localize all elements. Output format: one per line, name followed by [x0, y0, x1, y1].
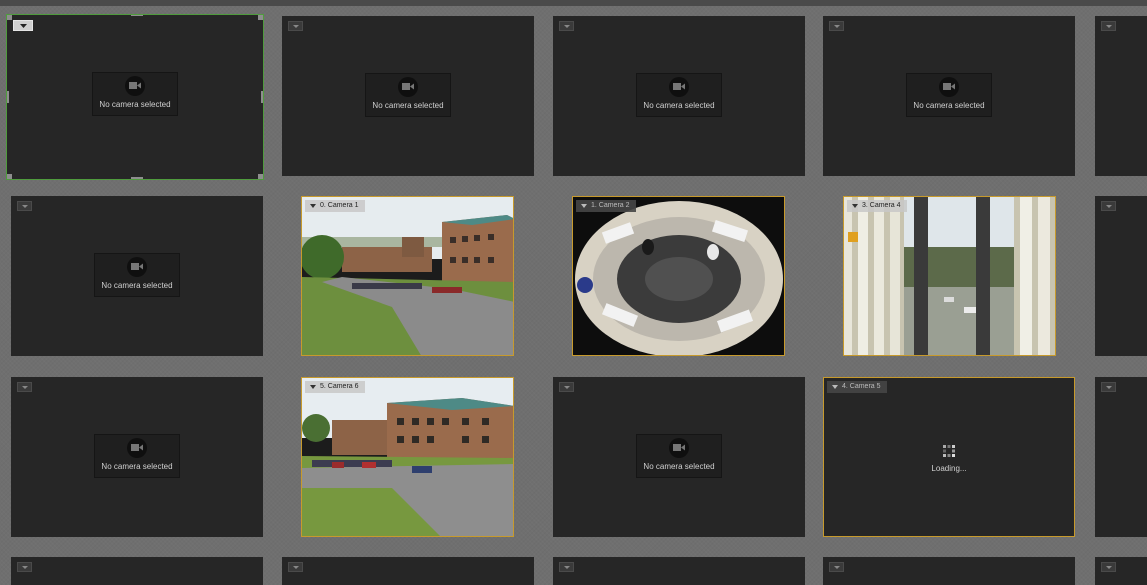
menu-dropdown-icon[interactable]: [17, 382, 32, 392]
empty-slot-label: No camera selected: [372, 101, 444, 110]
camera-title-bar[interactable]: 3. Camera 4: [847, 200, 907, 212]
view-slot-r4c1[interactable]: [11, 557, 263, 585]
camera-name: 3. Camera 4: [862, 202, 901, 209]
camera-view-4[interactable]: 3. Camera 4: [843, 196, 1056, 356]
menu-dropdown-icon[interactable]: [1101, 562, 1116, 572]
resize-handle-tr[interactable]: [258, 15, 263, 20]
camera-icon: [398, 77, 418, 97]
camera-icon: [127, 438, 147, 458]
camera-title-bar[interactable]: 4. Camera 5: [827, 381, 887, 393]
menu-dropdown-icon[interactable]: [288, 562, 303, 572]
resize-handle-top[interactable]: [131, 15, 143, 16]
empty-slot-label: No camera selected: [913, 101, 985, 110]
resize-handle-right[interactable]: [261, 91, 263, 103]
top-border: [0, 0, 1147, 6]
view-slot-r4c4[interactable]: [823, 557, 1075, 585]
view-slot-r4c3[interactable]: [553, 557, 805, 585]
menu-dropdown-icon[interactable]: [1101, 21, 1116, 31]
empty-slot-panel: No camera selected: [365, 73, 451, 117]
menu-dropdown-icon[interactable]: [310, 385, 316, 389]
view-slot-r2c1[interactable]: No camera selected: [11, 196, 263, 356]
view-slot-r1c4[interactable]: No camera selected: [823, 16, 1075, 176]
empty-slot-panel: No camera selected: [636, 434, 722, 478]
camera-view-5[interactable]: 4. Camera 5 Loading...: [823, 377, 1075, 537]
resize-handle-bl[interactable]: [7, 174, 12, 179]
camera-title-bar[interactable]: 5. Camera 6: [305, 381, 365, 393]
camera-view-1[interactable]: 0. Camera 1: [301, 196, 514, 356]
resize-handle-bottom[interactable]: [131, 177, 143, 179]
empty-slot-label: No camera selected: [101, 281, 173, 290]
menu-dropdown-icon[interactable]: [13, 20, 33, 31]
menu-dropdown-icon[interactable]: [581, 204, 587, 208]
camera-view-2[interactable]: 1. Camera 2: [572, 196, 785, 356]
menu-dropdown-icon[interactable]: [559, 21, 574, 31]
view-slot-r1c2[interactable]: No camera selected: [282, 16, 534, 176]
camera-feed-image: [573, 197, 784, 355]
menu-dropdown-icon[interactable]: [559, 382, 574, 392]
empty-slot-panel: No camera selected: [94, 253, 180, 297]
camera-title-bar[interactable]: 1. Camera 2: [576, 200, 636, 212]
camera-view-6[interactable]: 5. Camera 6: [301, 377, 514, 537]
resize-handle-left[interactable]: [7, 91, 9, 103]
view-slot-r3c5[interactable]: [1095, 377, 1147, 537]
camera-icon: [669, 77, 689, 97]
empty-slot-label: No camera selected: [643, 101, 715, 110]
camera-feed-image: [844, 197, 1055, 355]
loading-label: Loading...: [931, 464, 967, 473]
empty-slot-panel: No camera selected: [636, 73, 722, 117]
camera-name: 0. Camera 1: [320, 202, 359, 209]
view-slot-r4c5[interactable]: [1095, 557, 1147, 585]
view-slot-r4c2[interactable]: [282, 557, 534, 585]
menu-dropdown-icon[interactable]: [288, 21, 303, 31]
loading-spinner-icon: [943, 445, 955, 457]
camera-name: 5. Camera 6: [320, 383, 359, 390]
camera-icon: [669, 438, 689, 458]
view-slot-r1c1[interactable]: No camera selected: [6, 14, 264, 180]
camera-icon: [939, 77, 959, 97]
menu-dropdown-icon[interactable]: [829, 21, 844, 31]
audio-speaker-icon[interactable]: [848, 232, 858, 242]
menu-dropdown-icon[interactable]: [829, 562, 844, 572]
menu-dropdown-icon[interactable]: [1101, 382, 1116, 392]
camera-name: 1. Camera 2: [591, 202, 630, 209]
view-slot-r3c1[interactable]: No camera selected: [11, 377, 263, 537]
empty-slot-panel: No camera selected: [94, 434, 180, 478]
camera-feed-image: [302, 197, 513, 355]
camera-name: 4. Camera 5: [842, 383, 881, 390]
menu-dropdown-icon[interactable]: [17, 562, 32, 572]
resize-handle-tl[interactable]: [7, 15, 12, 20]
empty-slot-label: No camera selected: [99, 100, 171, 109]
menu-dropdown-icon[interactable]: [17, 201, 32, 211]
view-slot-r2c5[interactable]: [1095, 196, 1147, 356]
loading-indicator: Loading...: [824, 442, 1074, 473]
empty-slot-label: No camera selected: [101, 462, 173, 471]
view-slot-r1c3[interactable]: No camera selected: [553, 16, 805, 176]
camera-icon: [127, 257, 147, 277]
camera-title-bar[interactable]: 0. Camera 1: [305, 200, 365, 212]
empty-slot-panel: No camera selected: [92, 72, 178, 116]
empty-slot-panel: No camera selected: [906, 73, 992, 117]
menu-dropdown-icon[interactable]: [832, 385, 838, 389]
menu-dropdown-icon[interactable]: [310, 204, 316, 208]
menu-dropdown-icon[interactable]: [852, 204, 858, 208]
view-slot-r3c3[interactable]: No camera selected: [553, 377, 805, 537]
view-slot-r1c5[interactable]: [1095, 16, 1147, 176]
camera-feed-image: [302, 378, 513, 536]
menu-dropdown-icon[interactable]: [559, 562, 574, 572]
camera-icon: [125, 76, 145, 96]
resize-handle-br[interactable]: [258, 174, 263, 179]
menu-dropdown-icon[interactable]: [1101, 201, 1116, 211]
empty-slot-label: No camera selected: [643, 462, 715, 471]
